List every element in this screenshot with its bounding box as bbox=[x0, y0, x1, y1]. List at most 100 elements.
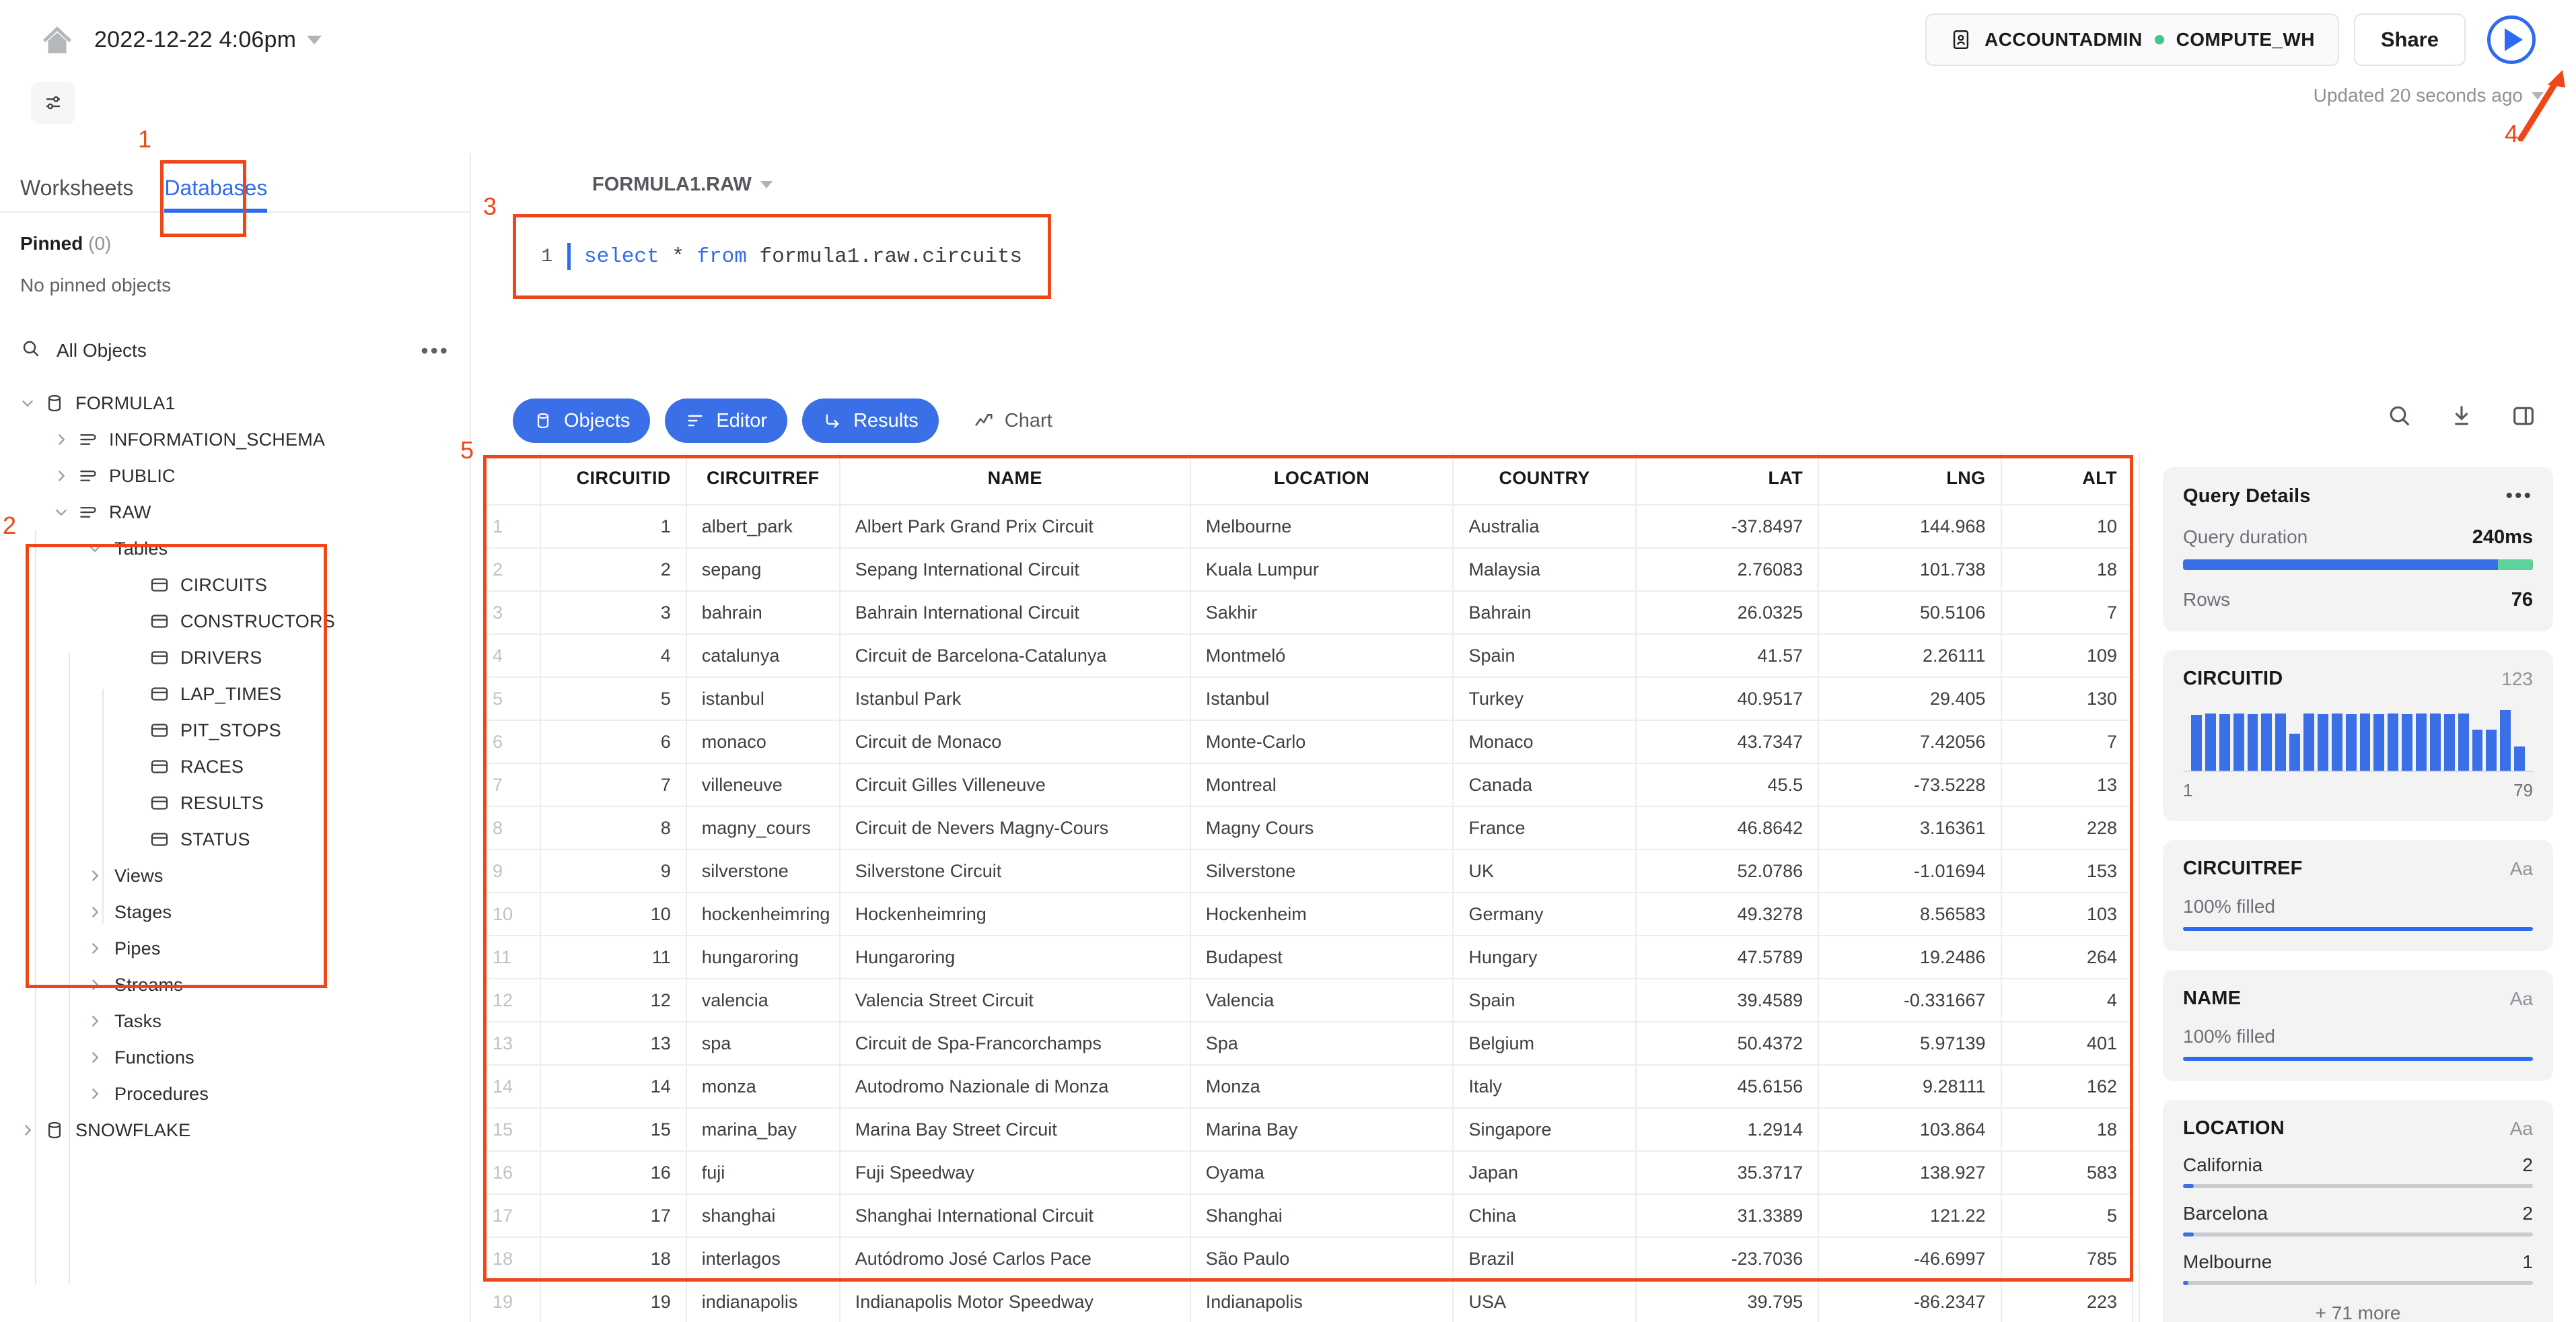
table-cell[interactable]: 7 bbox=[540, 763, 687, 807]
table-cell[interactable]: Silverstone Circuit bbox=[839, 849, 1191, 893]
table-cell[interactable]: 7 bbox=[2001, 591, 2133, 635]
tab-objects[interactable]: Objects bbox=[513, 398, 651, 443]
table-cell[interactable]: Brazil bbox=[1453, 1237, 1637, 1281]
table-cell[interactable]: Oyama bbox=[1190, 1151, 1454, 1195]
table-row[interactable]: 4 4 catalunya Circuit de Barcelona-Cataluny… bbox=[483, 634, 2133, 678]
table-cell[interactable]: 43.7347 bbox=[1635, 720, 1820, 764]
tree-item-public[interactable]: PUBLIC bbox=[0, 458, 470, 494]
table-cell[interactable]: Germany bbox=[1453, 893, 1637, 936]
table-cell[interactable]: China bbox=[1453, 1194, 1637, 1238]
table-cell[interactable]: 1 bbox=[540, 505, 687, 549]
context-selector[interactable]: FORMULA1.RAW bbox=[592, 174, 773, 196]
tree-item-functions[interactable]: Functions bbox=[0, 1039, 470, 1076]
table-cell[interactable]: -23.7036 bbox=[1635, 1237, 1820, 1281]
table-cell[interactable]: Malaysia bbox=[1453, 548, 1637, 592]
table-cell[interactable]: 103.864 bbox=[1818, 1108, 2002, 1152]
table-cell[interactable]: Canada bbox=[1453, 763, 1637, 807]
table-cell[interactable]: 2.26111 bbox=[1818, 634, 2002, 678]
table-cell[interactable]: Melbourne bbox=[1190, 505, 1454, 549]
tree-item-procedures[interactable]: Procedures bbox=[0, 1076, 470, 1112]
table-cell[interactable]: 18 bbox=[2001, 548, 2133, 592]
table-cell[interactable]: Circuit de Barcelona-Catalunya bbox=[839, 634, 1191, 678]
tree-item-drivers[interactable]: DRIVERS bbox=[0, 639, 470, 676]
table-cell[interactable]: -86.2347 bbox=[1818, 1280, 2002, 1322]
table-cell[interactable]: 47.5789 bbox=[1635, 936, 1820, 979]
table-cell[interactable]: Spain bbox=[1453, 634, 1637, 678]
table-row[interactable]: 6 6 monaco Circuit de Monaco Monte-Carlo Mona… bbox=[483, 720, 2133, 764]
table-cell[interactable]: 9.28111 bbox=[1818, 1065, 2002, 1109]
search-icon[interactable] bbox=[2385, 401, 2414, 431]
table-cell[interactable]: Circuit de Spa-Francorchamps bbox=[839, 1022, 1191, 1066]
col-header-lat[interactable]: LAT bbox=[1635, 452, 1820, 506]
table-cell[interactable]: Marina Bay bbox=[1190, 1108, 1454, 1152]
table-cell[interactable]: -73.5228 bbox=[1818, 763, 2002, 807]
table-cell[interactable]: 2.76083 bbox=[1635, 548, 1820, 592]
table-cell[interactable]: 10 bbox=[2001, 505, 2133, 549]
chevron-right-icon[interactable] bbox=[51, 466, 71, 486]
table-cell[interactable]: 26.0325 bbox=[1635, 591, 1820, 635]
table-cell[interactable]: 3 bbox=[540, 591, 687, 635]
table-cell[interactable]: Spain bbox=[1453, 979, 1637, 1022]
col-header-location[interactable]: LOCATION bbox=[1190, 452, 1454, 506]
run-query-button[interactable] bbox=[2487, 15, 2536, 64]
table-cell[interactable]: 17 bbox=[540, 1194, 687, 1238]
tree-item-information-schema[interactable]: INFORMATION_SCHEMA bbox=[0, 421, 470, 458]
table-row[interactable]: 8 8 magny_cours Circuit de Nevers Magny-Cou… bbox=[483, 806, 2133, 850]
all-objects-more-icon[interactable]: ••• bbox=[421, 339, 450, 363]
table-cell[interactable]: Montreal bbox=[1190, 763, 1454, 807]
table-cell[interactable]: monza bbox=[686, 1065, 840, 1109]
share-button[interactable]: Share bbox=[2353, 13, 2466, 66]
table-cell[interactable]: 101.738 bbox=[1818, 548, 2002, 592]
table-cell[interactable]: -1.01694 bbox=[1818, 849, 2002, 893]
table-cell[interactable]: 41.57 bbox=[1635, 634, 1820, 678]
col-header-name[interactable]: NAME bbox=[839, 452, 1191, 506]
worksheet-menu-chevron-icon[interactable] bbox=[307, 35, 322, 44]
table-row[interactable]: 18 18 interlagos Autódromo José Carlos Pace… bbox=[483, 1237, 2133, 1281]
tree-item-races[interactable]: RACES bbox=[0, 749, 470, 785]
table-cell[interactable]: 45.6156 bbox=[1635, 1065, 1820, 1109]
table-cell[interactable]: -37.8497 bbox=[1635, 505, 1820, 549]
table-cell[interactable]: 50.5106 bbox=[1818, 591, 2002, 635]
table-cell[interactable]: -46.6997 bbox=[1818, 1237, 2002, 1281]
table-cell[interactable]: Hockenheimring bbox=[839, 893, 1191, 936]
table-cell[interactable]: 19 bbox=[540, 1280, 687, 1322]
split-panel-icon[interactable] bbox=[2509, 401, 2538, 431]
table-cell[interactable]: 45.5 bbox=[1635, 763, 1820, 807]
table-cell[interactable]: Shanghai International Circuit bbox=[839, 1194, 1191, 1238]
table-cell[interactable]: 35.3717 bbox=[1635, 1151, 1820, 1195]
tree-item-snowflake[interactable]: SNOWFLAKE bbox=[0, 1112, 470, 1148]
table-cell[interactable]: 14 bbox=[540, 1065, 687, 1109]
table-cell[interactable]: Kuala Lumpur bbox=[1190, 548, 1454, 592]
table-cell[interactable]: hungaroring bbox=[686, 936, 840, 979]
table-cell[interactable]: 4 bbox=[540, 634, 687, 678]
table-cell[interactable]: 109 bbox=[2001, 634, 2133, 678]
table-cell[interactable]: 11 bbox=[540, 936, 687, 979]
table-cell[interactable]: France bbox=[1453, 806, 1637, 850]
tree-item-pit-stops[interactable]: PIT_STOPS bbox=[0, 712, 470, 749]
search-icon[interactable] bbox=[20, 338, 42, 364]
table-cell[interactable]: Circuit de Monaco bbox=[839, 720, 1191, 764]
table-cell[interactable]: Budapest bbox=[1190, 936, 1454, 979]
table-cell[interactable]: Circuit Gilles Villeneuve bbox=[839, 763, 1191, 807]
table-row[interactable]: 11 11 hungaroring Hungaroring Budapest Hungar… bbox=[483, 936, 2133, 979]
chevron-right-icon[interactable] bbox=[85, 975, 105, 995]
table-cell[interactable]: Bahrain bbox=[1453, 591, 1637, 635]
table-cell[interactable]: 264 bbox=[2001, 936, 2133, 979]
table-cell[interactable]: 401 bbox=[2001, 1022, 2133, 1066]
sql-code[interactable]: select * from formula1.raw.circuits bbox=[584, 245, 1022, 269]
col-header-country[interactable]: COUNTRY bbox=[1453, 452, 1637, 506]
table-cell[interactable]: monaco bbox=[686, 720, 840, 764]
tree-item-circuits[interactable]: CIRCUITS bbox=[0, 567, 470, 603]
table-cell[interactable]: 46.8642 bbox=[1635, 806, 1820, 850]
table-cell[interactable]: 8.56583 bbox=[1818, 893, 2002, 936]
table-cell[interactable]: Singapore bbox=[1453, 1108, 1637, 1152]
table-cell[interactable]: 138.927 bbox=[1818, 1151, 2002, 1195]
column-stat-card-circuitref[interactable]: CIRCUITREF Aa 100% filled bbox=[2163, 840, 2553, 951]
table-cell[interactable]: 13 bbox=[2001, 763, 2133, 807]
table-cell[interactable]: Spa bbox=[1190, 1022, 1454, 1066]
table-cell[interactable]: albert_park bbox=[686, 505, 840, 549]
table-row[interactable]: 2 2 sepang Sepang International Circuit Kual… bbox=[483, 548, 2133, 592]
table-cell[interactable]: 4 bbox=[2001, 979, 2133, 1022]
table-cell[interactable]: Monza bbox=[1190, 1065, 1454, 1109]
table-cell[interactable]: Autodromo Nazionale di Monza bbox=[839, 1065, 1191, 1109]
